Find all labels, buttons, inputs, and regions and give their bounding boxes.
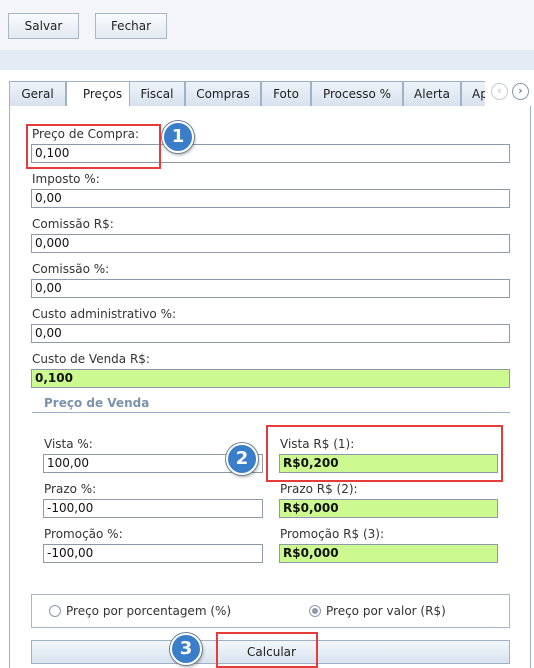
promocao-pct-input[interactable]: -100,00 [43,544,263,563]
tab-foto[interactable]: Foto [261,81,311,107]
custo-venda-field: 0,100 [31,369,510,388]
tab-bar: Geral Preços Fiscal Compras Foto Process… [9,81,485,107]
comissao-rs-input[interactable]: 0,000 [31,234,510,253]
comissao-pct-input[interactable]: 0,00 [31,279,510,298]
promocao-rs-label: Promoção R$ (3): [280,527,385,541]
radio-percentage-label[interactable]: Preço por porcentagem (%) [66,604,231,618]
chevron-right-icon[interactable]: › [512,83,529,100]
pricing-mode-group: Preço por porcentagem (%) Preço por valo… [31,594,510,628]
close-button[interactable]: Fechar [95,13,167,39]
tab-strip-background [0,50,534,70]
vista-pct-label: Vista %: [44,437,93,451]
comissao-pct-label: Comissão %: [32,262,110,276]
promocao-rs-field: R$0,000 [279,544,498,563]
imposto-input[interactable]: 0,00 [31,189,510,208]
highlight-calcular [216,632,318,668]
preco-venda-title: Preço de Venda [44,396,150,410]
tab-alerta[interactable]: Alerta [403,81,461,107]
prazo-rs-field: R$0,000 [279,499,498,518]
custo-venda-label: Custo de Venda R$: [32,352,150,366]
step-1-badge: 1 [162,121,194,153]
prazo-rs-label: Prazo R$ (2): [280,482,358,496]
prazo-pct-input[interactable]: -100,00 [43,499,263,518]
tab-processo[interactable]: Processo % [311,81,403,107]
custo-adm-label: Custo administrativo %: [32,307,177,321]
radio-value[interactable] [309,605,321,617]
highlight-vista-rs [266,425,503,482]
radio-percentage[interactable] [49,605,61,617]
toolbar: Salvar Fechar [0,0,534,51]
comissao-rs-label: Comissão R$: [32,217,114,231]
tab-geral[interactable]: Geral [9,81,66,107]
tab-ap[interactable]: Ap [461,81,485,107]
save-button[interactable]: Salvar [8,13,79,39]
tab-compras[interactable]: Compras [185,81,261,107]
radio-value-label[interactable]: Preço por valor (R$) [326,604,446,618]
custo-adm-input[interactable]: 0,00 [31,324,510,343]
prazo-pct-label: Prazo %: [44,482,97,496]
section-divider [32,412,510,413]
highlight-preco-compra [26,124,161,169]
tab-fiscal[interactable]: Fiscal [129,81,185,107]
chevron-left-icon[interactable]: ‹ [491,83,508,100]
promocao-pct-label: Promoção %: [44,527,123,541]
step-3-badge: 3 [170,633,202,665]
step-2-badge: 2 [226,443,258,475]
imposto-label: Imposto %: [32,172,100,186]
